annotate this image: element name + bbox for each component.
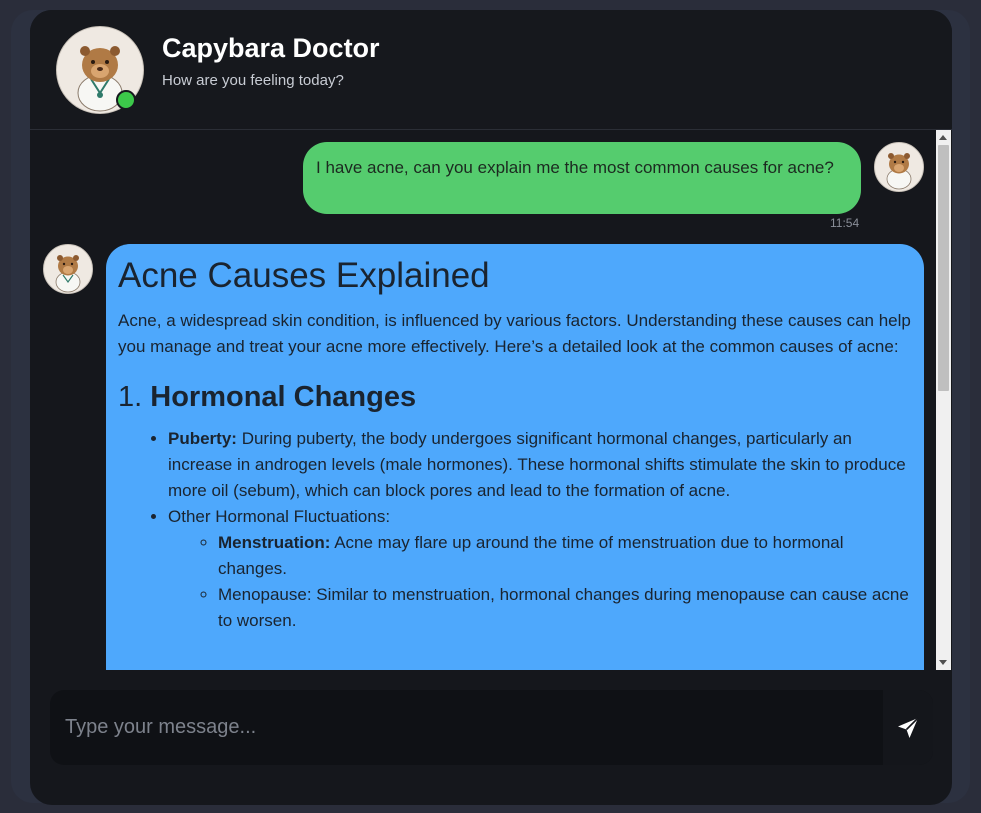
- other-hormonal-label: Other Hormonal Fluctuations:: [168, 507, 391, 526]
- message-timestamp: 11:54: [830, 216, 860, 230]
- chat-title: Capybara Doctor: [162, 33, 380, 63]
- bot-message-bubble: Acne Causes Explained Acne, a widespread…: [106, 244, 924, 670]
- chat-header: Capybara Doctor How are you feeling toda…: [30, 10, 952, 130]
- online-status-dot: [116, 90, 136, 110]
- user-message-text: I have acne, can you explain me the most…: [316, 158, 834, 177]
- bot-avatar: [43, 244, 93, 294]
- chat-subtitle: How are you feeling today?: [162, 72, 344, 89]
- puberty-label: Puberty:: [168, 429, 237, 448]
- puberty-text: During puberty, the body undergoes signi…: [168, 429, 906, 500]
- send-button[interactable]: [883, 690, 933, 765]
- section-title: Hormonal Changes: [150, 381, 417, 413]
- list-item: Menstruation: Acne may flare up around t…: [218, 530, 912, 582]
- message-input[interactable]: [50, 690, 883, 765]
- bot-message-heading: Acne Causes Explained: [118, 256, 490, 295]
- section-number: 1.: [118, 381, 143, 413]
- message-list[interactable]: I have acne, can you explain me the most…: [30, 130, 937, 670]
- menopause-text: Menopause: Similar to menstruation, horm…: [218, 585, 909, 630]
- bot-message-intro: Acne, a widespread skin condition, is in…: [118, 311, 911, 356]
- list-item: Menopause: Similar to menstruation, horm…: [218, 582, 912, 634]
- scroll-thumb[interactable]: [938, 145, 949, 391]
- user-message-bubble: I have acne, can you explain me the most…: [303, 142, 861, 214]
- send-icon: [898, 717, 919, 738]
- menstruation-label: Menstruation:: [218, 533, 331, 552]
- scroll-down-icon[interactable]: [939, 660, 947, 665]
- sub-cause-list: Menstruation: Acne may flare up around t…: [168, 530, 912, 634]
- user-avatar: [874, 142, 924, 192]
- cause-list: Puberty: During puberty, the body underg…: [118, 426, 912, 634]
- bot-section-heading: 1. Hormonal Changes: [118, 380, 912, 414]
- list-item: Puberty: During puberty, the body underg…: [168, 426, 912, 504]
- chat-app: Capybara Doctor How are you feeling toda…: [30, 10, 952, 805]
- scroll-up-icon[interactable]: [939, 135, 947, 140]
- message-scrollbar[interactable]: [936, 130, 951, 670]
- list-item: Other Hormonal Fluctuations: Menstruatio…: [168, 504, 912, 634]
- message-composer: [50, 690, 933, 765]
